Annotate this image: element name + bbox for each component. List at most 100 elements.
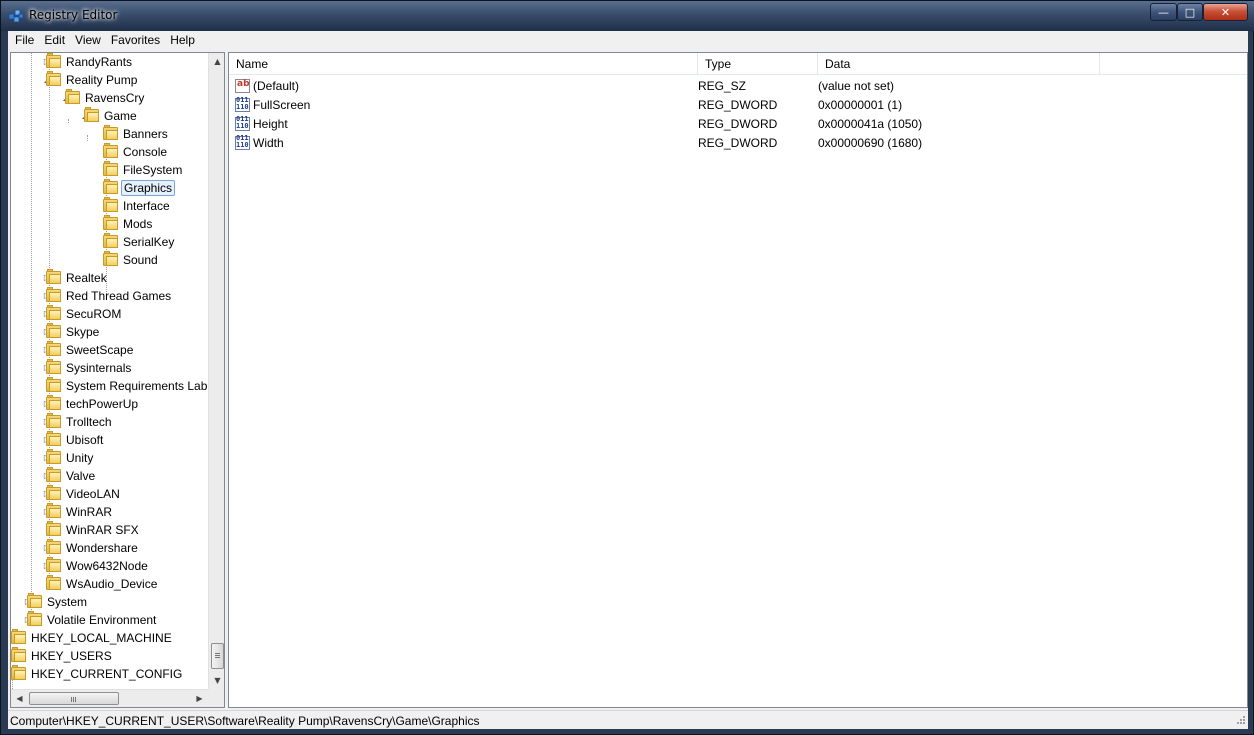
tree-node[interactable]: ▷RandyRants [11, 53, 208, 71]
scroll-right-arrow-icon[interactable]: ▶ [191, 690, 208, 707]
binary-value-icon: 011 110 [235, 115, 250, 131]
folder-icon [46, 449, 61, 464]
tree-node-label: techPowerUp [66, 397, 139, 411]
column-name-header[interactable]: Name [229, 53, 698, 75]
folder-icon [46, 341, 61, 356]
maximize-button[interactable]: □ [1177, 3, 1203, 21]
tree-node-label: Console [123, 145, 168, 159]
tree-node[interactable]: ▷SecuROM [11, 305, 208, 323]
tree-node[interactable]: ▷Valve [11, 467, 208, 485]
menu-edit[interactable]: Edit [39, 31, 70, 50]
tree-node-label: HKEY_CURRENT_CONFIG [31, 667, 183, 681]
scroll-down-arrow-icon[interactable]: ▼ [209, 672, 224, 689]
value-row[interactable]: ab (Default) REG_SZ (value not set) [229, 77, 1247, 96]
tree-node-label: SerialKey [123, 235, 175, 249]
folder-icon [46, 539, 61, 554]
tree-node[interactable]: ▷Unity [11, 449, 208, 467]
folder-icon [103, 161, 118, 176]
tree-node[interactable]: Sound [11, 251, 208, 269]
tree-node[interactable]: ▷WinRAR [11, 503, 208, 521]
tree-node[interactable]: System Requirements Lab [11, 377, 208, 395]
tree-node[interactable]: WsAudio_Device [11, 575, 208, 593]
tree-node-label: Skype [66, 325, 100, 339]
tree-node[interactable]: ▷Ubisoft [11, 431, 208, 449]
tree-horizontal-scrollbar[interactable]: ◀ ▶ [11, 689, 208, 707]
tree-node-label: Wow6432Node [66, 559, 148, 573]
tree-node[interactable]: ▷System [11, 593, 208, 611]
scroll-left-arrow-icon[interactable]: ◀ [11, 690, 28, 707]
tree-node[interactable]: WinRAR SFX [11, 521, 208, 539]
folder-icon [65, 89, 80, 104]
tree-vertical-scroll-thumb[interactable] [211, 643, 224, 669]
tree-node[interactable]: ▷HKEY_LOCAL_MACHINE [11, 629, 208, 647]
tree-node[interactable]: ◢RavensCry [11, 89, 208, 107]
tree-node-label: HKEY_USERS [31, 649, 112, 663]
menu-favorites[interactable]: Favorites [106, 31, 165, 50]
folder-icon [103, 143, 118, 158]
tree-node[interactable]: ▷HKEY_CURRENT_CONFIG [11, 665, 208, 683]
scroll-up-arrow-icon[interactable]: ▲ [209, 53, 224, 70]
tree-node[interactable]: ▷Wondershare [11, 539, 208, 557]
tree-node-label: Reality Pump [66, 73, 138, 87]
tree-node[interactable]: Graphics [11, 179, 208, 197]
tree-node-label: SecuROM [66, 307, 122, 321]
key-tree-pane[interactable]: ▷RandyRants◢Reality Pump◢RavensCry◢Game B… [10, 52, 225, 708]
tree-node[interactable]: Mods [11, 215, 208, 233]
tree-node[interactable]: ▷Trolltech [11, 413, 208, 431]
folder-icon [103, 251, 118, 266]
tree-node[interactable]: Interface [11, 197, 208, 215]
tree-node[interactable]: ▷Red Thread Games [11, 287, 208, 305]
value-row[interactable]: 011 110 Height REG_DWORD 0x0000041a (1050) [229, 115, 1247, 134]
tree-node[interactable]: Banners [11, 125, 208, 143]
tree-node-label: Trolltech [66, 415, 112, 429]
tree-node[interactable]: Console [11, 143, 208, 161]
tree-node[interactable]: ◢Game [11, 107, 208, 125]
tree-node-label: Valve [66, 469, 96, 483]
tree-node[interactable]: ▷HKEY_USERS [11, 647, 208, 665]
menu-help[interactable]: Help [165, 31, 200, 50]
tree-node[interactable]: SerialKey [11, 233, 208, 251]
tree-node[interactable]: ▷Skype [11, 323, 208, 341]
tree-node[interactable]: ▷Volatile Environment [11, 611, 208, 629]
value-row[interactable]: 011 110 Width REG_DWORD 0x00000690 (1680) [229, 134, 1247, 153]
values-list-pane[interactable]: Name Type Data ab (Default) REG_SZ (value n… [228, 52, 1248, 708]
string-value-icon: ab [235, 79, 250, 93]
menu-view[interactable]: View [70, 31, 106, 50]
tree-node[interactable]: ▷Wow6432Node [11, 557, 208, 575]
folder-icon [46, 413, 61, 428]
tree-node[interactable]: ▷Sysinternals [11, 359, 208, 377]
close-button[interactable]: ✕ [1203, 3, 1248, 21]
minimize-button[interactable]: — [1150, 3, 1177, 21]
folder-icon [103, 215, 118, 230]
title-bar[interactable]: Registry Editor — □ ✕ [1, 1, 1254, 31]
folder-icon [46, 359, 61, 374]
tree-node[interactable]: ◢Reality Pump [11, 71, 208, 89]
size-grip-icon[interactable] [1234, 715, 1246, 727]
folder-icon [11, 665, 26, 680]
folder-icon [46, 377, 61, 392]
column-data-header[interactable]: Data [818, 53, 1100, 75]
folder-icon [46, 467, 61, 482]
tree-node[interactable]: ▷Realtek [11, 269, 208, 287]
tree-node-label: System Requirements Lab [66, 379, 208, 393]
menu-file[interactable]: File [10, 31, 39, 50]
tree-node-label: FileSystem [123, 163, 183, 177]
folder-icon [46, 431, 61, 446]
tree-node[interactable]: FileSystem [11, 161, 208, 179]
tree-node[interactable]: ▷techPowerUp [11, 395, 208, 413]
column-type-header[interactable]: Type [698, 53, 818, 75]
tree-horizontal-scroll-thumb[interactable] [29, 692, 119, 705]
tree-node-label: System [47, 595, 88, 609]
tree-node[interactable]: ▷VideoLAN [11, 485, 208, 503]
tree-node[interactable]: ▷SweetScape [11, 341, 208, 359]
tree-node-label: Unity [66, 451, 94, 465]
registry-editor-icon [8, 9, 24, 23]
folder-icon [84, 107, 99, 122]
value-row[interactable]: 011 110 FullScreen REG_DWORD 0x00000001 (1) [229, 96, 1247, 115]
registry-editor-window: Registry Editor — □ ✕ File Edit View Fav… [0, 0, 1254, 735]
tree-vertical-scrollbar[interactable]: ▲ ▼ [208, 53, 224, 689]
value-name: Width [253, 136, 284, 150]
value-type: REG_DWORD [698, 117, 778, 131]
window-title: Registry Editor [29, 8, 118, 22]
status-bar: Computer\HKEY_CURRENT_USER\Software\Real… [8, 710, 1248, 729]
